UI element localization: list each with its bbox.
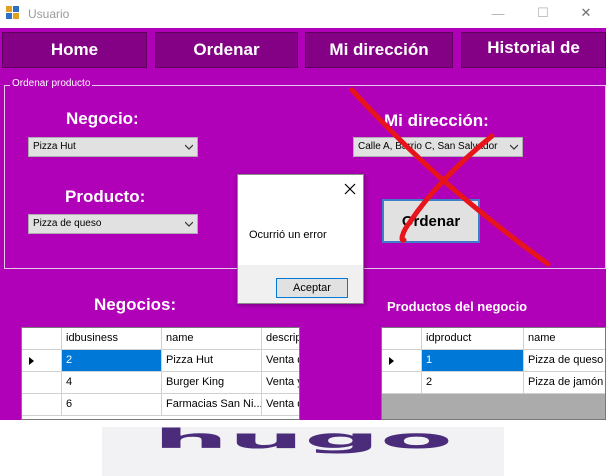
producto-label: Producto: xyxy=(65,187,146,206)
negocio-label: Negocio: xyxy=(66,109,139,128)
row-pointer-icon xyxy=(29,357,34,365)
table-cell[interactable]: 1 xyxy=(422,350,524,372)
table-cell[interactable]: Pizza de queso xyxy=(524,350,605,372)
dropdown-arrow-icon xyxy=(185,221,193,227)
groupbox-label: Ordenar producto xyxy=(10,78,93,89)
grid-empty-area xyxy=(382,394,605,419)
productos-heading: Productos del negocio xyxy=(387,299,528,314)
grid-corner-header xyxy=(382,328,422,350)
table-cell[interactable]: Venta de xyxy=(262,350,299,372)
row-header[interactable] xyxy=(22,372,62,394)
dialog-close-icon[interactable] xyxy=(342,181,358,197)
row-pointer-icon xyxy=(389,357,394,365)
red-x-mark xyxy=(349,87,551,267)
app-icon xyxy=(6,6,19,19)
row-header[interactable] xyxy=(382,372,422,394)
close-icon[interactable]: ✕ xyxy=(576,4,596,22)
table-cell[interactable]: Venta de xyxy=(262,394,299,416)
title-bar: Usuario — ☐ ✕ xyxy=(0,0,606,28)
negocios-grid[interactable]: idbusiness name descrip 2 Pizza Hut Vent… xyxy=(21,327,300,420)
dialog-message: Ocurrió un error xyxy=(249,229,327,241)
productos-grid[interactable]: idproduct name 1 Pizza de queso 2 Pizza … xyxy=(381,327,606,420)
mi-direccion-button[interactable]: Mi dirección xyxy=(305,32,453,68)
table-cell[interactable]: Venta y xyxy=(262,372,299,394)
table-cell[interactable]: 2 xyxy=(422,372,524,394)
aceptar-button[interactable]: Aceptar xyxy=(276,278,348,298)
table-cell[interactable]: 6 xyxy=(62,394,162,416)
ordenar-nav-button[interactable]: Ordenar xyxy=(155,32,298,68)
logo-mark: hugo xyxy=(153,423,453,455)
error-dialog: Ocurrió un error Aceptar xyxy=(237,174,364,304)
column-header[interactable]: idproduct xyxy=(422,328,524,350)
column-header[interactable]: descrip xyxy=(262,328,299,350)
maximize-icon[interactable]: ☐ xyxy=(533,4,553,22)
producto-combobox[interactable]: Pizza de queso xyxy=(28,214,198,234)
dialog-footer: Aceptar xyxy=(238,265,363,303)
column-header[interactable]: name xyxy=(162,328,262,350)
negocio-combobox-value: Pizza Hut xyxy=(33,141,76,152)
column-header[interactable]: idbusiness xyxy=(62,328,162,350)
column-header[interactable]: name xyxy=(524,328,605,350)
historial-button[interactable]: Historial de xyxy=(461,32,606,68)
table-cell[interactable]: 2 xyxy=(62,350,162,372)
logo-banner: hugo xyxy=(102,423,504,476)
row-header[interactable] xyxy=(382,350,422,372)
window-title: Usuario xyxy=(28,7,70,21)
home-button[interactable]: Home xyxy=(2,32,147,68)
dropdown-arrow-icon xyxy=(185,144,193,150)
row-header[interactable] xyxy=(22,394,62,416)
grid-corner-header xyxy=(22,328,62,350)
producto-combobox-value: Pizza de queso xyxy=(33,218,102,229)
table-cell[interactable]: Pizza Hut xyxy=(162,350,262,372)
table-cell[interactable]: Burger King xyxy=(162,372,262,394)
table-cell[interactable]: Pizza de jamón xyxy=(524,372,605,394)
table-cell[interactable]: 4 xyxy=(62,372,162,394)
negocios-heading: Negocios: xyxy=(94,295,177,314)
row-header[interactable] xyxy=(22,350,62,372)
negocio-combobox[interactable]: Pizza Hut xyxy=(28,137,198,157)
table-cell[interactable]: Farmacias San Ni... xyxy=(162,394,262,416)
svg-text:hugo: hugo xyxy=(153,427,453,455)
minimize-icon[interactable]: — xyxy=(488,4,508,22)
